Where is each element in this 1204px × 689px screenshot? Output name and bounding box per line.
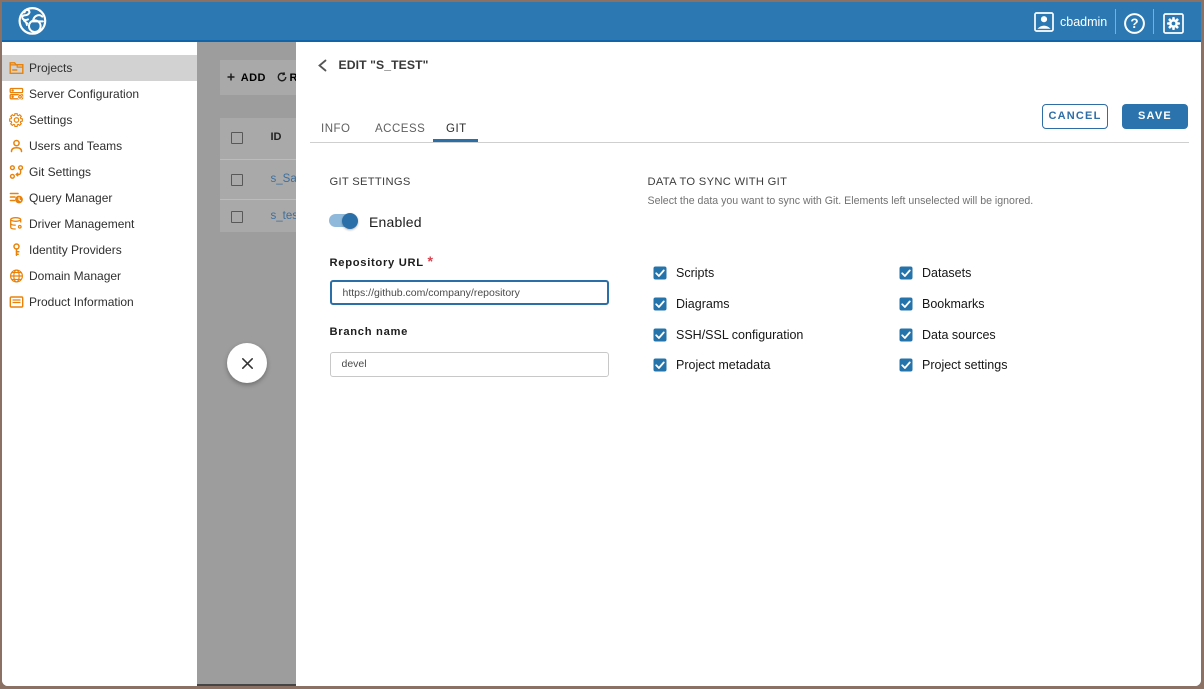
svg-text:?: ? [1130,16,1138,31]
